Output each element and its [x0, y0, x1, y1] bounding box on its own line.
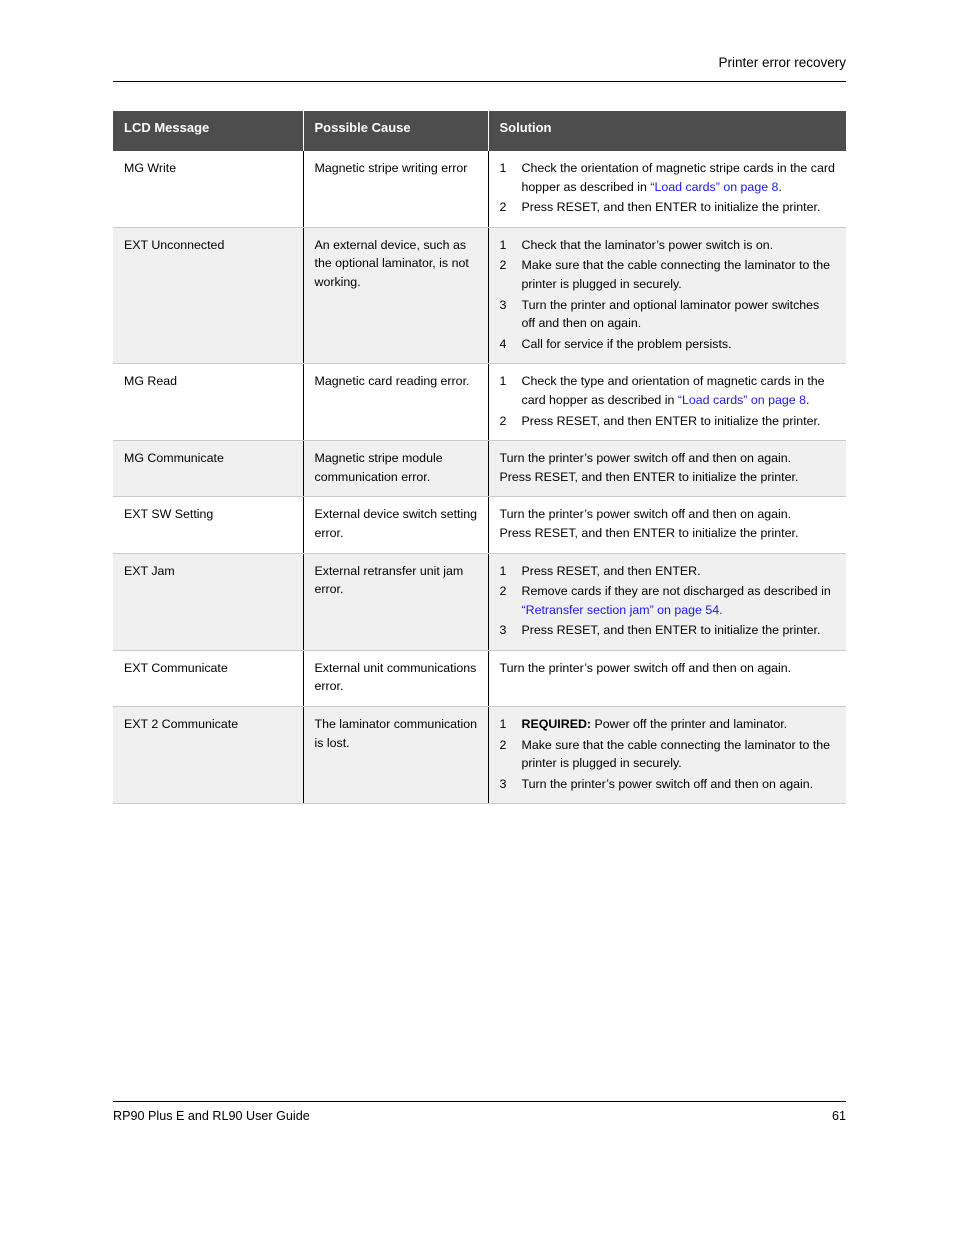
footer-rule	[113, 1101, 846, 1102]
step-text: Make sure that the cable connecting the …	[521, 737, 831, 771]
table-row: MG Read Magnetic card reading error. Check…	[113, 363, 846, 442]
table-row: EXT 2 Communicate The laminator communica…	[113, 706, 846, 805]
solution-step-list: Check that the laminator’s power switch …	[500, 236, 837, 354]
page-footer: RP90 Plus E and RL90 User Guide 61	[113, 1107, 846, 1125]
table-row: MG Write Magnetic stripe writing error Che…	[113, 151, 846, 228]
header-rule	[113, 81, 846, 82]
step-text: Check that the laminator’s power switch …	[521, 237, 774, 252]
cell-possible-cause: The laminator communication is lost.	[303, 706, 489, 805]
table-row: EXT Communicate External unit communicati…	[113, 650, 846, 708]
step-text: Make sure that the cable connecting the …	[521, 258, 831, 291]
step-text: Press RESET, and then ENTER to initializ…	[521, 623, 821, 638]
solution-step: Check the orientation of magnetic stripe…	[500, 159, 837, 196]
cell-lcd-message: EXT SW Setting	[113, 496, 304, 554]
table-row: EXT SW Setting External device switch set…	[113, 496, 846, 554]
solution-step: Make sure that the cable connecting the …	[500, 736, 837, 773]
column-header-possible-cause: Possible Cause	[303, 111, 489, 151]
cell-lcd-message: EXT Unconnected	[113, 227, 304, 365]
cell-possible-cause: Magnetic stripe writing error	[303, 151, 489, 228]
step-text: Call for service if the problem persists…	[521, 336, 732, 351]
solution-paragraphs: Turn the printer’s power switch off and …	[500, 659, 837, 678]
solution-step: Press RESET, and then ENTER.	[500, 562, 837, 581]
cell-lcd-message: MG Communicate	[113, 440, 304, 498]
solution-step: Press RESET, and then ENTER to initializ…	[500, 621, 837, 640]
table-header-row: LCD Message Possible Cause Solution	[113, 111, 846, 151]
document-page: Printer error recovery LCD Message Possi…	[0, 0, 954, 1235]
cross-reference-link[interactable]: “Retransfer section jam” on page 54.	[522, 603, 723, 617]
cross-reference-link[interactable]: “Load cards” on page 8	[650, 180, 778, 194]
solution-step: Remove cards if they are not discharged …	[500, 582, 837, 619]
step-text: Press RESET, and then ENTER to initializ…	[521, 413, 821, 428]
table-row: EXT Unconnected An external device, such …	[113, 227, 846, 365]
solution-step: Check that the laminator’s power switch …	[500, 236, 837, 255]
step-text: .	[805, 392, 810, 407]
solution-step-list: Check the orientation of magnetic stripe…	[500, 159, 837, 217]
step-text: Power off the printer and laminator.	[591, 717, 788, 732]
cell-solution: Check that the laminator’s power switch …	[488, 227, 846, 365]
column-header-lcd-message: LCD Message	[113, 111, 304, 151]
solution-step: Turn the printer’s power switch off and …	[500, 775, 837, 794]
cell-solution: Press RESET, and then ENTER. Remove cards…	[488, 553, 846, 651]
error-recovery-table: LCD Message Possible Cause Solution MG W…	[113, 111, 846, 805]
solution-step: Check the type and orientation of magnet…	[500, 372, 837, 409]
cell-lcd-message: EXT Communicate	[113, 650, 304, 708]
cell-possible-cause: External retransfer unit jam error.	[303, 553, 489, 651]
solution-step-list: REQUIRED: Power off the printer and lami…	[500, 715, 837, 793]
solution-paragraphs: Turn the printer’s power switch off and …	[500, 449, 837, 486]
solution-step-list: Press RESET, and then ENTER. Remove cards…	[500, 562, 837, 640]
solution-paragraph: Turn the printer’s power switch off and …	[499, 507, 792, 522]
cell-solution: Check the orientation of magnetic stripe…	[488, 151, 846, 228]
cell-lcd-message: EXT Jam	[113, 553, 304, 651]
cell-solution: Turn the printer’s power switch off and …	[488, 496, 846, 554]
step-text: Press RESET, and then ENTER.	[521, 563, 701, 578]
solution-paragraph: Press RESET, and then ENTER to initializ…	[499, 469, 799, 484]
solution-paragraph: Turn the printer’s power switch off and …	[499, 660, 792, 675]
solution-paragraphs: Turn the printer’s power switch off and …	[500, 505, 837, 542]
cell-possible-cause: External unit communications error.	[303, 650, 489, 708]
solution-step: Turn the printer and optional laminator …	[500, 296, 837, 333]
cell-possible-cause: Magnetic card reading error.	[303, 363, 489, 442]
solution-step: Press RESET, and then ENTER to initializ…	[500, 198, 837, 217]
cell-possible-cause: External device switch setting error.	[303, 496, 489, 554]
solution-step: Press RESET, and then ENTER to initializ…	[500, 412, 837, 431]
solution-step: REQUIRED: Power off the printer and lami…	[500, 715, 837, 734]
solution-step-list: Check the type and orientation of magnet…	[500, 372, 837, 430]
step-text: Turn the printer’s power switch off and …	[521, 776, 814, 791]
table-body: MG Write Magnetic stripe writing error Che…	[113, 151, 846, 805]
solution-paragraph: Turn the printer’s power switch off and …	[499, 451, 792, 466]
footer-page-number: 61	[831, 1109, 846, 1123]
step-text: Remove cards if they are not discharged …	[521, 584, 831, 599]
cell-solution: Check the type and orientation of magnet…	[488, 363, 846, 442]
cross-reference-link[interactable]: “Load cards” on page 8	[678, 393, 806, 407]
solution-paragraph: Press RESET, and then ENTER to initializ…	[499, 525, 799, 540]
cell-solution: REQUIRED: Power off the printer and lami…	[488, 706, 846, 805]
running-header: Printer error recovery	[718, 55, 846, 70]
footer-document-title: RP90 Plus E and RL90 User Guide	[113, 1109, 310, 1123]
cell-solution: Turn the printer’s power switch off and …	[488, 650, 846, 708]
step-text: Press RESET, and then ENTER to initializ…	[521, 200, 821, 215]
solution-step: Call for service if the problem persists…	[500, 335, 837, 354]
table-header: LCD Message Possible Cause Solution	[113, 111, 846, 151]
table-row: EXT Jam External retransfer unit jam erro…	[113, 553, 846, 651]
error-recovery-table-wrapper: LCD Message Possible Cause Solution MG W…	[113, 111, 846, 805]
cell-possible-cause: An external device, such as the optional…	[303, 227, 489, 365]
solution-step: Make sure that the cable connecting the …	[500, 256, 837, 293]
cell-possible-cause: Magnetic stripe module communication err…	[303, 440, 489, 498]
emphasis-text: REQUIRED:	[521, 717, 592, 732]
table-row: MG Communicate Magnetic stripe module com…	[113, 440, 846, 498]
cell-lcd-message: MG Read	[113, 363, 304, 442]
column-header-solution: Solution	[488, 111, 846, 151]
cell-lcd-message: EXT 2 Communicate	[113, 706, 304, 805]
cell-lcd-message: MG Write	[113, 151, 304, 228]
step-text: Turn the printer and optional laminator …	[521, 297, 820, 331]
cell-solution: Turn the printer’s power switch off and …	[488, 440, 846, 498]
step-text: .	[778, 179, 782, 194]
